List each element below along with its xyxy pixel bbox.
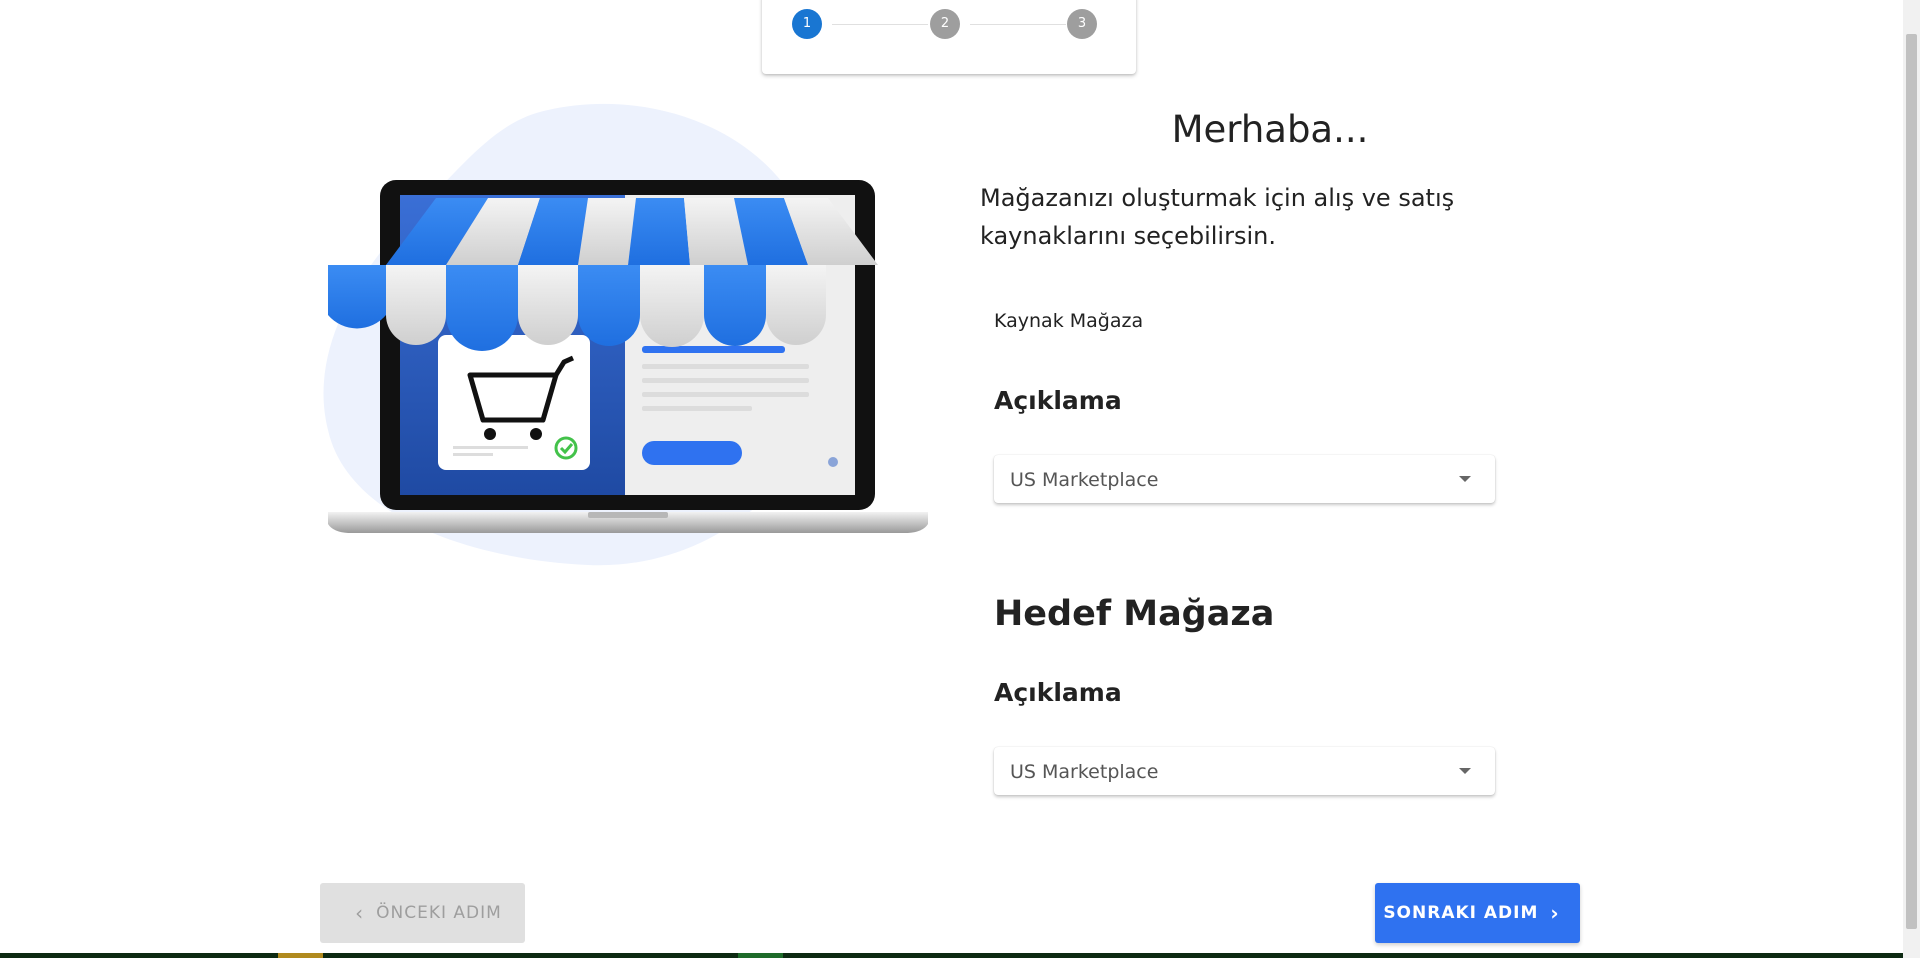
storefront-illustration [323, 103, 928, 566]
intro-text: Mağazanızı oluşturmak için alış ve satış… [980, 184, 1455, 250]
next-step-label: SONRAKI ADIM [1383, 903, 1539, 923]
target-description-label: Açıklama [994, 678, 1122, 707]
source-select-value: US Marketplace [1010, 469, 1159, 491]
step-2[interactable]: 2 [930, 9, 960, 39]
target-marketplace-select[interactable]: US Marketplace [994, 747, 1495, 795]
chevron-right-icon: › [1550, 901, 1560, 925]
target-select-value: US Marketplace [1010, 761, 1159, 783]
target-store-title: Hedef Mağaza [994, 594, 1275, 634]
source-store-label: Kaynak Mağaza [994, 310, 1144, 332]
bottom-strip-segment [738, 953, 783, 958]
source-marketplace-select[interactable]: US Marketplace [994, 455, 1495, 503]
page-scrollbar[interactable] [1903, 0, 1920, 958]
next-step-button[interactable]: SONRAKI ADIM › [1375, 883, 1580, 943]
bottom-strip-segment [278, 953, 323, 958]
source-description-label: Açıklama [994, 386, 1122, 415]
previous-step-button[interactable]: ‹ ÖNCEKI ADIM [320, 883, 525, 943]
step-3[interactable]: 3 [1067, 9, 1097, 39]
step-connector [832, 24, 928, 25]
page-title: Merhaba... [1171, 108, 1369, 151]
step-1[interactable]: 1 [792, 9, 822, 39]
caret-down-icon [1459, 476, 1471, 482]
chevron-left-icon: ‹ [355, 901, 365, 925]
scrollbar-thumb[interactable] [1906, 34, 1917, 929]
screen-button-shape [642, 441, 742, 465]
stepper: 1 2 3 [762, 0, 1136, 74]
caret-down-icon [1459, 768, 1471, 774]
step-connector [970, 24, 1066, 25]
bottom-strip [0, 953, 1903, 958]
previous-step-label: ÖNCEKI ADIM [376, 903, 502, 923]
